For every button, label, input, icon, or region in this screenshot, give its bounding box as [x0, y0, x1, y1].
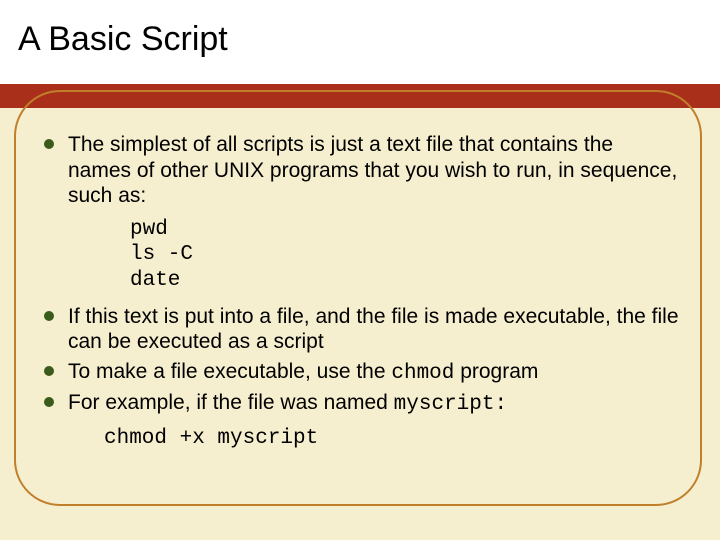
- inline-code: myscript: [394, 393, 495, 416]
- bullet-list-1: The simplest of all scripts is just a te…: [40, 132, 680, 209]
- bullet-item: To make a file executable, use the chmod…: [40, 359, 680, 387]
- bullet-text: :: [494, 393, 507, 416]
- bullet-item: If this text is put into a file, and the…: [40, 304, 680, 355]
- code-line: chmod +x myscript: [104, 427, 318, 450]
- accent-band: [0, 88, 720, 108]
- bullet-item: For example, if the file was named myscr…: [40, 390, 680, 418]
- slide-body: The simplest of all scripts is just a te…: [0, 108, 720, 486]
- code-line: ls -C: [130, 243, 193, 266]
- code-line: pwd: [130, 218, 168, 241]
- code-block-2: chmod +x myscript: [104, 426, 680, 452]
- bullet-text: For example, if the file was named: [68, 391, 394, 414]
- code-line: date: [130, 269, 180, 292]
- slide-title: A Basic Script: [18, 20, 702, 59]
- inline-code: chmod: [391, 362, 454, 385]
- bullet-text: To make a file executable, use the: [68, 360, 391, 383]
- bullet-text: program: [454, 360, 538, 383]
- bullet-item: The simplest of all scripts is just a te…: [40, 132, 680, 209]
- bullet-list-2: If this text is put into a file, and the…: [40, 304, 680, 418]
- slide-header: A Basic Script: [0, 0, 720, 88]
- code-block-1: pwd ls -C date: [130, 217, 680, 294]
